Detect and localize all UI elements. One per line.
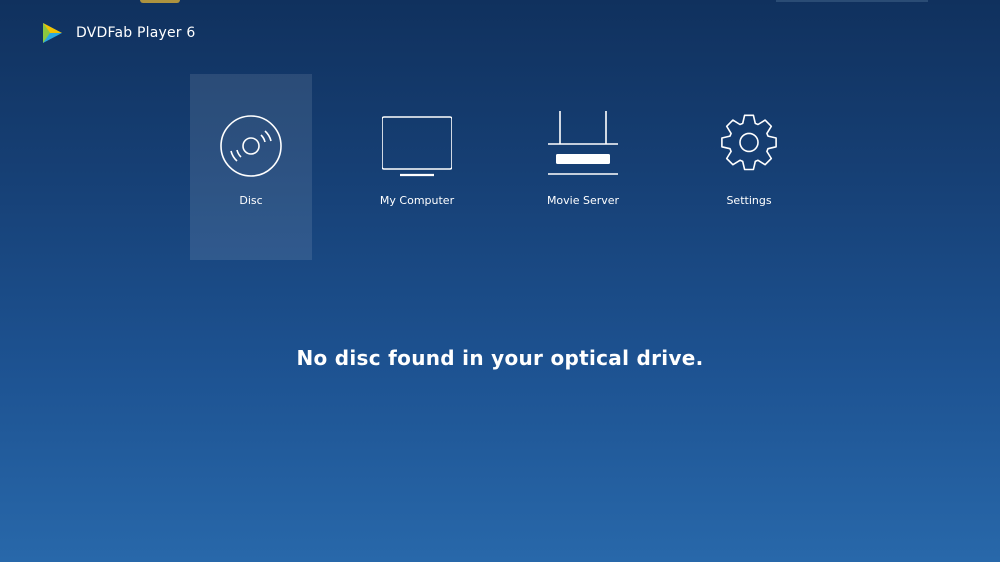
- app-branding: DVDFab Player 6: [40, 20, 196, 46]
- nav-item-movie-server[interactable]: Movie Server: [522, 74, 644, 260]
- nav-item-my-computer[interactable]: My Computer: [356, 74, 478, 260]
- dvdfab-logo-icon: [43, 23, 62, 43]
- nav-item-label: My Computer: [379, 194, 455, 207]
- nav-item-label: Movie Server: [546, 194, 620, 207]
- app-title: DVDFab Player 6: [76, 25, 196, 41]
- nav-item-disc[interactable]: Disc: [190, 74, 312, 260]
- nav-item-settings[interactable]: Settings: [688, 74, 810, 260]
- router-icon: [548, 104, 618, 184]
- monitor-icon: [382, 104, 452, 184]
- main-navigation: Disc My Computer Movie Server Settings: [190, 74, 810, 260]
- nav-item-label: Settings: [726, 194, 772, 207]
- top-right-bar: [776, 0, 928, 2]
- nav-item-label: Disc: [239, 194, 263, 207]
- status-message: No disc found in your optical drive.: [296, 346, 704, 370]
- top-accent-bar: [140, 0, 180, 3]
- app-window: DVDFab Player 6 Disc My Computer Movie S…: [0, 0, 1000, 562]
- disc-icon: [216, 104, 286, 184]
- gear-icon: [714, 104, 784, 184]
